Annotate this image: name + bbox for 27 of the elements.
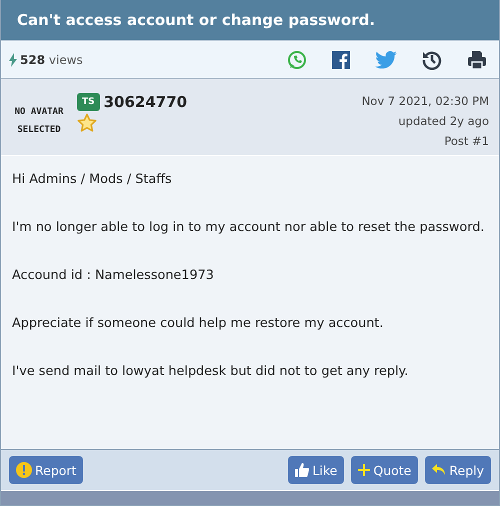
plus-icon <box>358 464 370 476</box>
facebook-icon[interactable] <box>332 50 350 68</box>
bird-icon[interactable] <box>375 50 397 68</box>
no-avatar-text: NO AVATAR SELECTED <box>14 106 64 137</box>
post-paragraph: I've send mail to lowyat helpdesk but did not to get any reply. <box>12 363 410 381</box>
reply-button[interactable]: Reply <box>425 456 491 484</box>
view-count: 528 views <box>20 52 83 66</box>
post-paragraph: I'm no longer able to log in to my account nor able to reset the password. <box>12 219 486 237</box>
post-date: Nov 7 2021, 02:30 PM <box>362 93 489 110</box>
post-paragraph: Accound id : Namelessone1973 <box>12 267 215 285</box>
post-paragraph: Appreciate if someone could help me restore my account. <box>12 315 384 333</box>
exclamation-icon <box>16 462 32 478</box>
lightning-icon <box>9 52 17 66</box>
like-button[interactable]: Like <box>288 456 344 484</box>
reply-arrow-icon <box>432 464 446 476</box>
history-icon[interactable] <box>422 50 442 70</box>
post-number[interactable]: Post #1 <box>444 131 489 151</box>
post-paragraph: Hi Admins / Mods / Staffs <box>12 171 173 189</box>
username[interactable]: 30624770 <box>104 93 188 111</box>
thumbs-up-icon <box>295 463 310 477</box>
updated-time: updated 2y ago <box>398 113 489 130</box>
topic-starter-badge: TS <box>77 93 100 111</box>
report-button[interactable]: Report <box>9 456 84 484</box>
quote-button[interactable]: Quote <box>351 456 418 484</box>
thread-title: Can't access account or change password. <box>17 11 376 29</box>
star-icon <box>77 113 97 133</box>
print-icon[interactable] <box>467 50 487 70</box>
